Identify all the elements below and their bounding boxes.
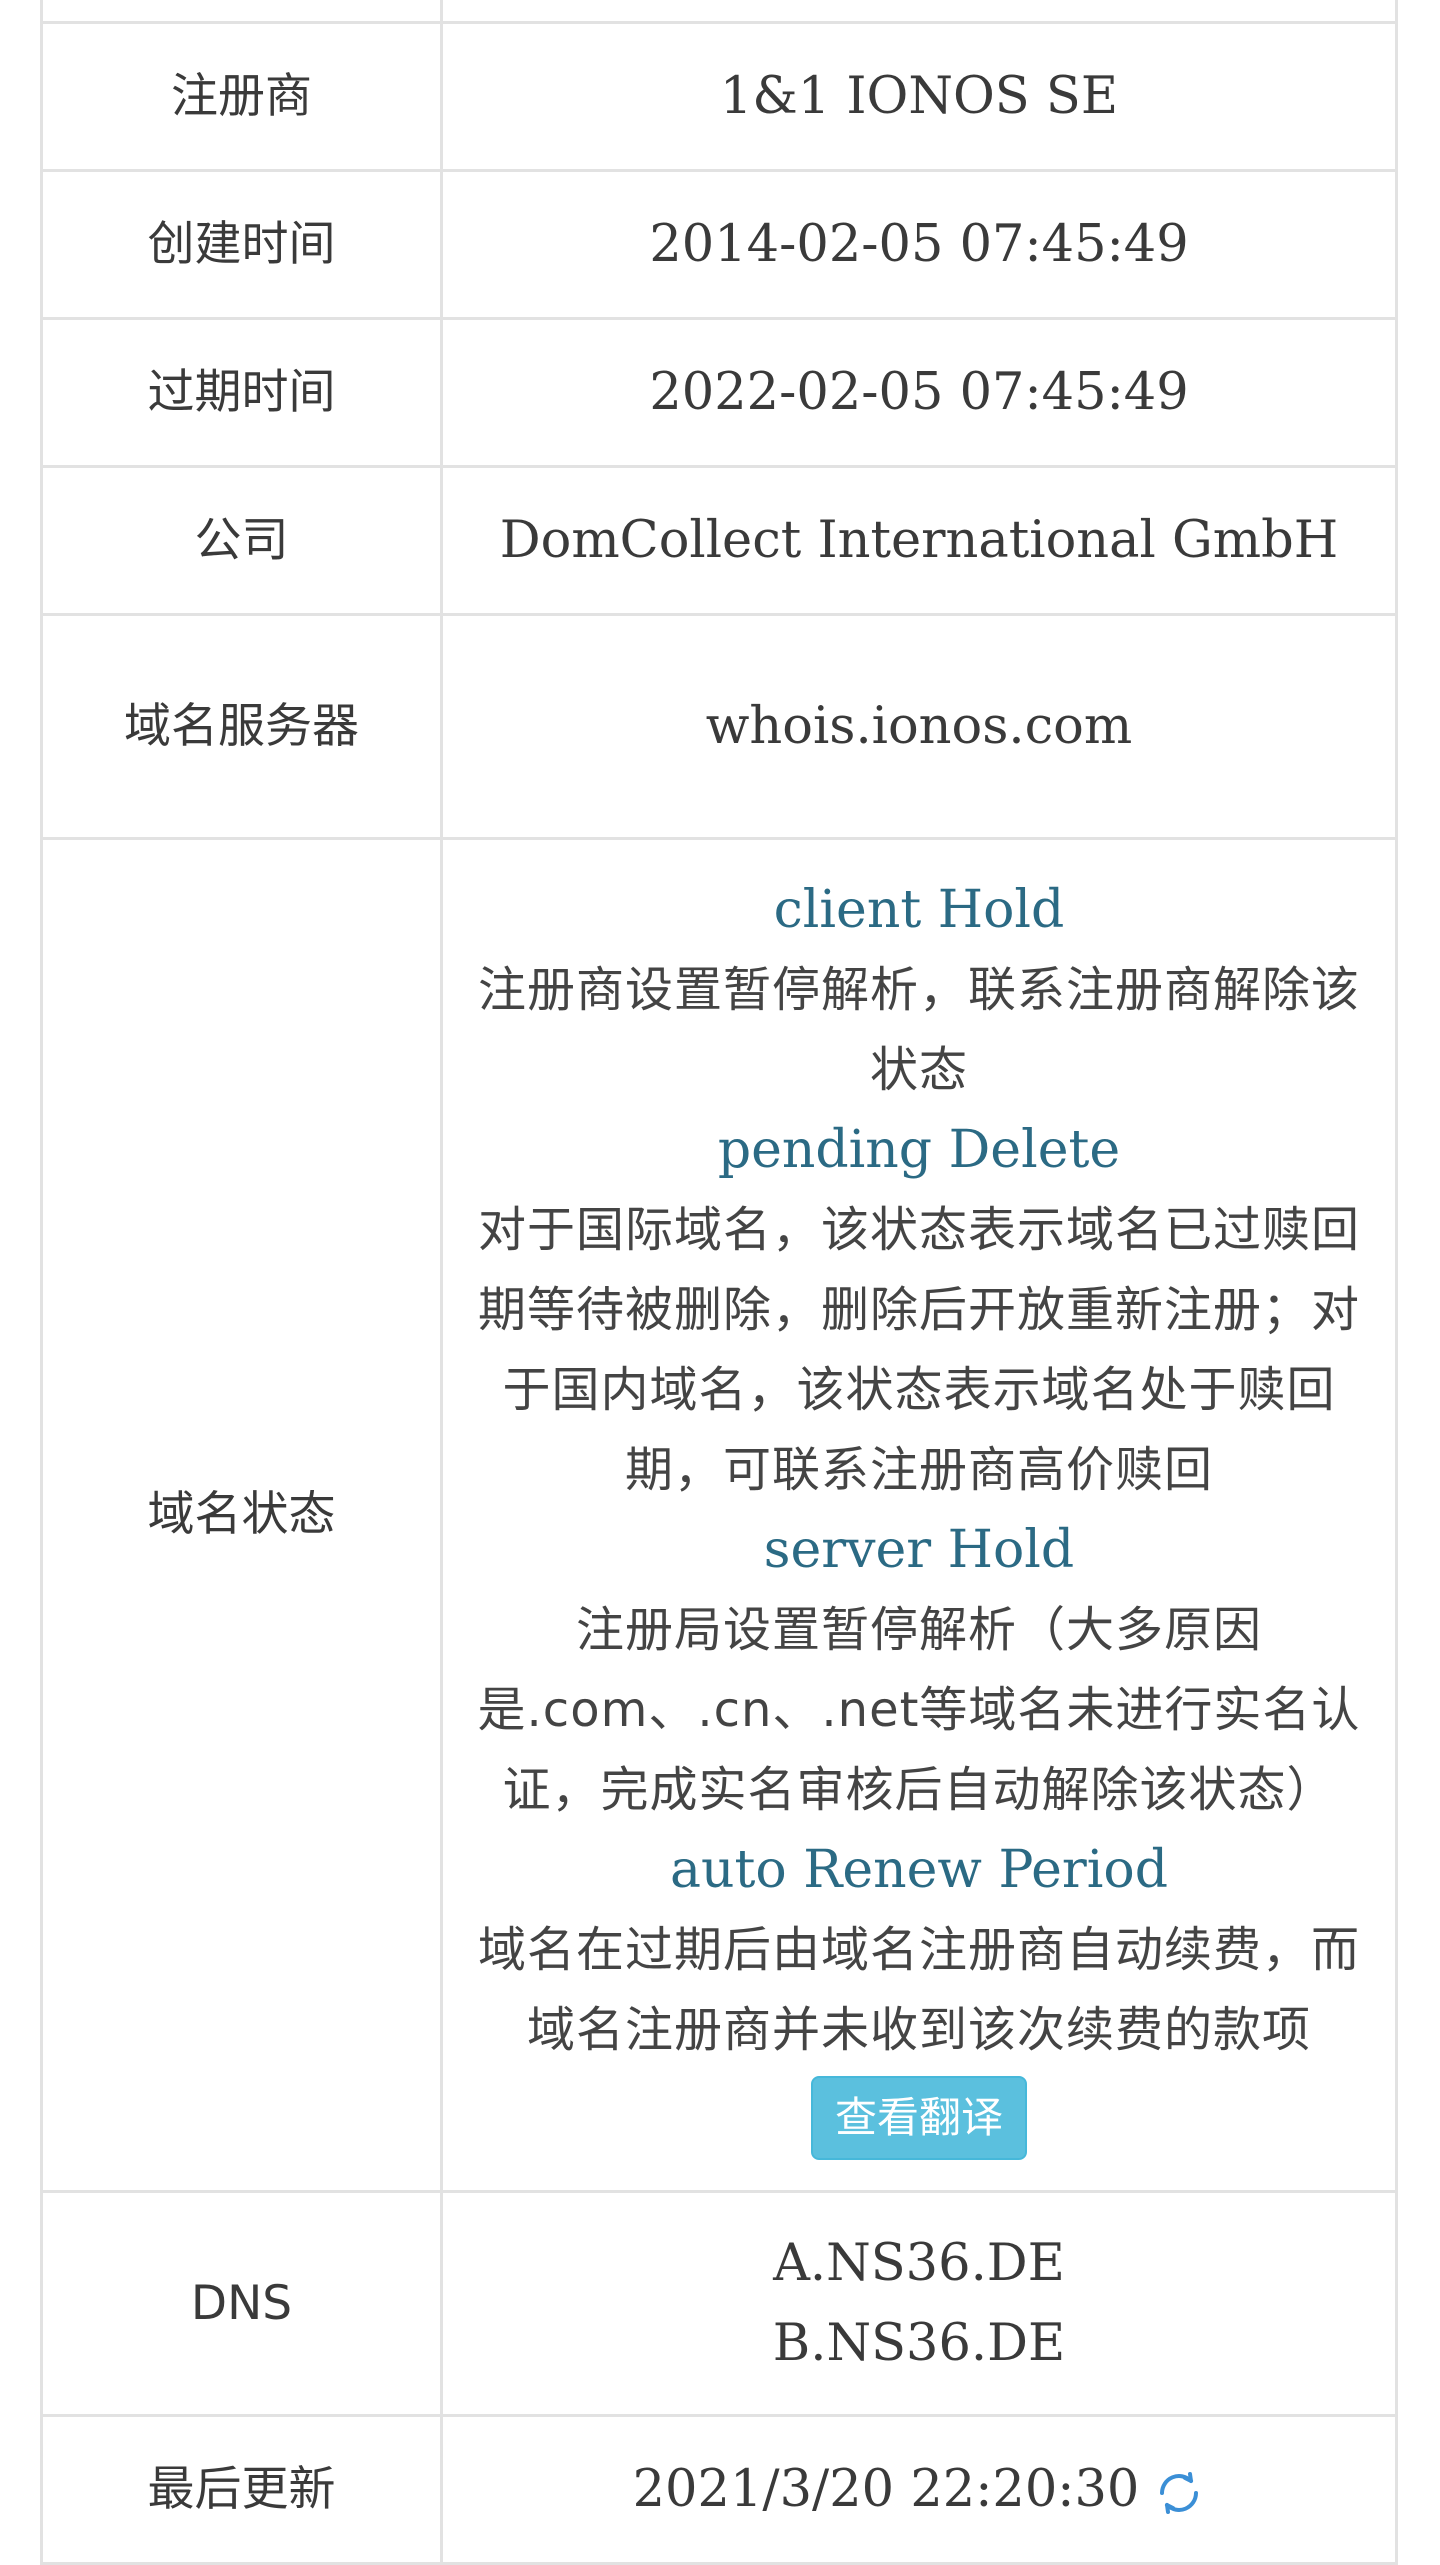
table-row-expires: 过期时间 2022-02-05 07:45:49	[40, 317, 1398, 468]
table-row-company: 公司 DomCollect International GmbH	[40, 465, 1398, 616]
view-translation-button[interactable]: 查看翻译	[810, 2076, 1027, 2160]
status-desc-auto-renew-period: 域名在过期后由域名注册商自动续费，而域名注册商并未收到该次续费的款项	[477, 1922, 1360, 2058]
table-row-updated: 最后更新 2021/3/20 22:20:30	[40, 2414, 1398, 2565]
registrar-label: 注册商	[40, 21, 443, 172]
status-code-auto-renew-period: auto Renew Period	[670, 1840, 1168, 1900]
dns-label: DNS	[40, 2190, 443, 2417]
dns-value-cell: A.NS36.DE B.NS36.DE	[440, 2190, 1398, 2417]
updated-value-cell: 2021/3/20 22:20:30	[440, 2414, 1398, 2565]
status-desc-pending-delete: 对于国际域名，该状态表示域名已过赎回期等待被删除，删除后开放重新注册；对于国内域…	[477, 1202, 1360, 1498]
whois-info-table: 注册商 1&1 IONOS SE 创建时间 2014-02-05 07:45:4…	[40, 0, 1398, 2565]
company-label: 公司	[40, 465, 443, 616]
company-value: DomCollect International GmbH	[440, 465, 1398, 616]
table-row-previous	[40, 0, 1398, 24]
status-desc-server-hold: 注册局设置暂停解析（大多原因是.com、.cn、.net等域名未进行实名认证，完…	[477, 1602, 1361, 1818]
nameserver-label: 域名服务器	[40, 613, 443, 840]
registrar-value: 1&1 IONOS SE	[440, 21, 1398, 172]
table-row-created: 创建时间 2014-02-05 07:45:49	[40, 169, 1398, 320]
created-value: 2014-02-05 07:45:49	[440, 169, 1398, 320]
whois-table-container: 注册商 1&1 IONOS SE 创建时间 2014-02-05 07:45:4…	[40, 0, 1398, 2565]
expires-value: 2022-02-05 07:45:49	[440, 317, 1398, 468]
previous-row-label-cell	[40, 0, 443, 24]
status-code-pending-delete: pending Delete	[717, 1120, 1121, 1180]
table-row-registrar: 注册商 1&1 IONOS SE	[40, 21, 1398, 172]
refresh-icon[interactable]	[1153, 2467, 1205, 2519]
table-row-nameserver: 域名服务器 whois.ionos.com	[40, 613, 1398, 840]
created-label: 创建时间	[40, 169, 443, 320]
status-label: 域名状态	[40, 837, 443, 2193]
dns-server-2: B.NS36.DE	[772, 2313, 1066, 2373]
dns-server-1: A.NS36.DE	[773, 2233, 1065, 2293]
previous-row-value-cell	[440, 0, 1398, 24]
updated-label: 最后更新	[40, 2414, 443, 2565]
status-code-server-hold: server Hold	[763, 1520, 1075, 1580]
nameserver-value: whois.ionos.com	[440, 613, 1398, 840]
table-row-status: 域名状态 client Hold 注册商设置暂停解析，联系注册商解除该状态 pe…	[40, 837, 1398, 2193]
table-row-dns: DNS A.NS36.DE B.NS36.DE	[40, 2190, 1398, 2417]
status-value-cell: client Hold 注册商设置暂停解析，联系注册商解除该状态 pending…	[440, 837, 1398, 2193]
status-desc-client-hold: 注册商设置暂停解析，联系注册商解除该状态	[477, 962, 1360, 1098]
status-code-client-hold: client Hold	[773, 880, 1065, 940]
expires-label: 过期时间	[40, 317, 443, 468]
updated-value: 2021/3/20 22:20:30	[632, 2459, 1140, 2519]
